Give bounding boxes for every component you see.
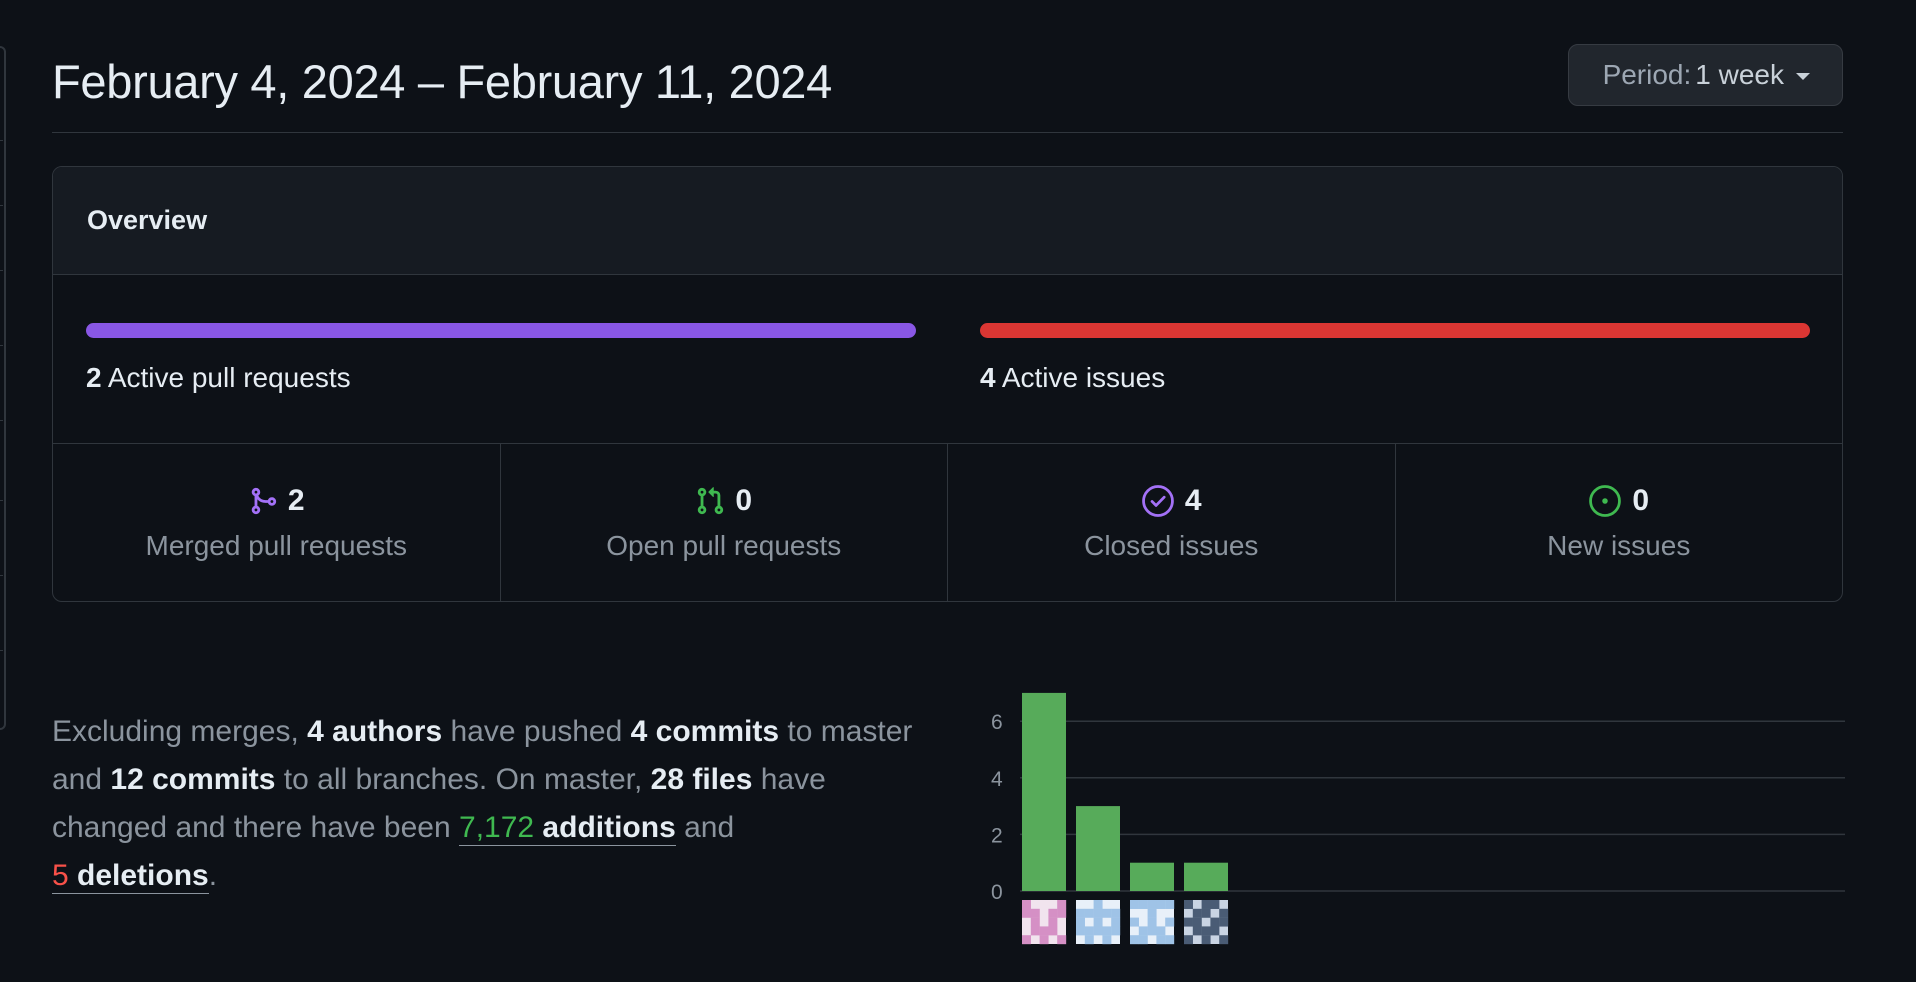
summary-text: to all branches. On master, <box>275 763 651 796</box>
new-issues-label: New issues <box>1547 529 1691 561</box>
identicon-icon <box>1076 900 1121 945</box>
y-tick-label: 2 <box>991 824 1003 847</box>
files-changed-count: 28 files <box>650 763 753 796</box>
all-commits-count: 12 commits <box>110 763 276 796</box>
y-tick-label: 0 <box>991 881 1003 904</box>
sidebar-divider <box>0 345 3 346</box>
open-prs-count: 0 <box>735 483 753 517</box>
stat-open-prs[interactable]: 0 Open pull requests <box>501 444 948 601</box>
summary-text: have pushed <box>442 715 631 748</box>
sidebar-divider <box>0 650 3 651</box>
sidebar-divider <box>0 270 3 271</box>
active-prs-count: 2 <box>86 362 102 393</box>
git-pull-request-icon <box>695 486 725 516</box>
overview-panel: Overview 2 Active pull requests 4 Active… <box>52 166 1843 602</box>
git-merge-icon <box>248 486 278 516</box>
summary-text: Excluding merges, <box>52 715 308 748</box>
author-avatar[interactable] <box>1076 900 1121 945</box>
active-prs-label: Active pull requests <box>107 362 351 393</box>
active-prs-summary: 2 Active pull requests <box>86 362 351 394</box>
commit-bar[interactable] <box>1076 806 1120 891</box>
author-avatar[interactable] <box>1022 900 1067 945</box>
closed-issues-count: 4 <box>1184 483 1202 517</box>
new-issues-count: 0 <box>1632 483 1650 517</box>
summary-text: . <box>208 859 218 892</box>
sidebar-edge <box>0 46 6 730</box>
overview-stats: 2 Merged pull requests 0 Open pull reque… <box>53 444 1842 601</box>
sidebar-divider <box>0 420 3 421</box>
commit-bar[interactable] <box>1130 862 1174 891</box>
overview-header: Overview <box>53 167 1842 275</box>
sidebar-divider <box>0 575 3 576</box>
commit-bar[interactable] <box>1022 692 1066 891</box>
commit-summary: Excluding merges, 4 authors have pushed … <box>52 708 932 900</box>
chart-canvas: 0 2 4 6 <box>991 692 1845 904</box>
identicon-icon <box>1022 900 1067 945</box>
stat-new-issues[interactable]: 0 New issues <box>1396 444 1843 601</box>
pulse-header: February 4, 2024 – February 11, 2024 Per… <box>52 40 1843 133</box>
master-commits-count: 4 commits <box>630 715 780 748</box>
period-select-button[interactable]: Period: 1 week <box>1567 44 1843 106</box>
merged-prs-label: Merged pull requests <box>145 529 407 561</box>
active-issues-count: 4 <box>980 362 996 393</box>
deletions-count: 5 <box>52 859 69 892</box>
caret-down-icon <box>1796 72 1810 80</box>
commits-by-author-chart: 0 2 4 6 <box>965 680 1845 950</box>
author-avatar[interactable] <box>1184 900 1229 945</box>
author-avatar[interactable] <box>1130 900 1175 945</box>
active-issues-bar[interactable] <box>980 323 1810 338</box>
active-issues-label: Active issues <box>1001 362 1166 393</box>
identicon-icon <box>1130 900 1175 945</box>
sidebar-divider <box>0 140 3 141</box>
active-prs-bar[interactable] <box>86 323 916 338</box>
additions-label: additions <box>534 811 676 844</box>
stat-merged-prs[interactable]: 2 Merged pull requests <box>53 444 501 601</box>
period-value: 1 week <box>1695 59 1784 90</box>
period-prefix: Period: <box>1602 59 1692 90</box>
additions-count: 7,172 <box>459 811 535 844</box>
sidebar-divider <box>0 205 3 206</box>
issue-closed-icon <box>1141 484 1175 518</box>
deletions-link[interactable]: 5 deletions <box>52 859 209 894</box>
deletions-label: deletions <box>68 859 209 892</box>
overview-title: Overview <box>87 205 208 235</box>
authors-count: 4 authors <box>307 715 443 748</box>
y-tick-label: 6 <box>991 711 1003 734</box>
closed-issues-label: Closed issues <box>1084 529 1259 561</box>
additions-link[interactable]: 7,172 additions <box>459 811 676 846</box>
active-issues-summary: 4 Active issues <box>980 362 1165 394</box>
activity-bars: 2 Active pull requests 4 Active issues <box>53 275 1842 444</box>
open-prs-label: Open pull requests <box>606 529 842 561</box>
issue-opened-icon <box>1588 484 1622 518</box>
y-tick-label: 4 <box>991 768 1003 791</box>
sidebar-divider <box>0 500 3 501</box>
summary-text: and <box>675 811 735 844</box>
merged-prs-count: 2 <box>287 483 305 517</box>
commit-bar[interactable] <box>1184 862 1228 891</box>
identicon-icon <box>1184 900 1229 945</box>
stat-closed-issues[interactable]: 4 Closed issues <box>948 444 1396 601</box>
page-title: February 4, 2024 – February 11, 2024 <box>52 55 832 108</box>
